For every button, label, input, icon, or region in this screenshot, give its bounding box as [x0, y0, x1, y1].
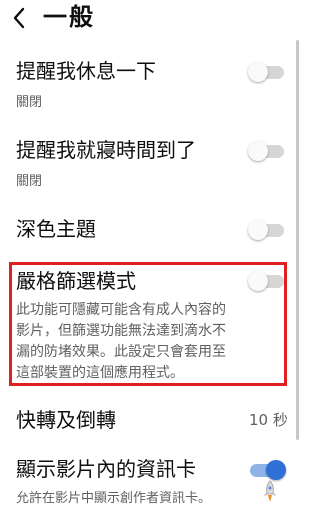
seek-duration-value: 10 秒 — [249, 411, 288, 429]
back-button[interactable] — [4, 2, 34, 34]
toggle-knob — [248, 271, 268, 291]
description-line: 這部裝置的這個應用程式。 — [16, 365, 184, 381]
setting-title: 提醒我休息一下 — [16, 59, 156, 83]
page-title: 一般 — [43, 3, 95, 31]
setting-title: 提醒我就寢時間到了 — [16, 138, 196, 162]
setting-title: 嚴格篩選模式 — [16, 269, 136, 293]
header: 一般 — [0, 0, 300, 40]
toggle-knob — [248, 141, 268, 161]
setting-bedtime-reminder[interactable]: 提醒我就寢時間到了 關閉 — [0, 120, 296, 200]
description-line: 漏的防堵效果。此設定只會套用至 — [16, 344, 226, 360]
bedtime-reminder-toggle[interactable] — [248, 139, 286, 163]
setting-title: 深色主題 — [16, 217, 96, 241]
description-line: 影片，但篩選功能無法達到滴水不 — [16, 323, 226, 339]
description-line: 此功能可隱藏可能含有成人內容的 — [16, 302, 226, 318]
rocket-icon — [264, 480, 276, 502]
toggle-knob — [248, 62, 268, 82]
take-a-break-toggle[interactable] — [248, 60, 286, 84]
setting-status: 關閉 — [16, 174, 43, 189]
setting-status: 關閉 — [16, 95, 43, 110]
setting-dark-theme[interactable]: 深色主題 — [0, 200, 296, 260]
info-cards-toggle[interactable] — [248, 458, 286, 482]
setting-title: 顯示影片內的資訊卡 — [16, 457, 196, 481]
restricted-mode-toggle[interactable] — [248, 269, 286, 293]
toggle-knob — [266, 460, 286, 480]
setting-title: 快轉及倒轉 — [16, 408, 116, 432]
general-settings-screen: 一般 提醒我休息一下 關閉 提醒我就寢時間到了 關閉 深色主題 嚴格篩選模式 此… — [0, 0, 300, 513]
back-arrow-icon — [13, 7, 25, 29]
dark-theme-toggle[interactable] — [248, 218, 286, 242]
restricted-mode-description: 此功能可隱藏可能含有成人內容的 影片，但篩選功能無法達到滴水不 漏的防堵效果。此… — [16, 300, 278, 384]
setting-description: 允許在影片中顯示創作者資訊卡。 — [16, 491, 212, 506]
scrollbar[interactable] — [296, 40, 299, 440]
setting-seek-duration[interactable]: 快轉及倒轉 10 秒 — [0, 398, 296, 444]
setting-info-cards[interactable]: 顯示影片內的資訊卡 允許在影片中顯示創作者資訊卡。 — [0, 444, 296, 513]
toggle-knob — [248, 220, 268, 240]
setting-take-a-break[interactable]: 提醒我休息一下 關閉 — [0, 40, 296, 120]
